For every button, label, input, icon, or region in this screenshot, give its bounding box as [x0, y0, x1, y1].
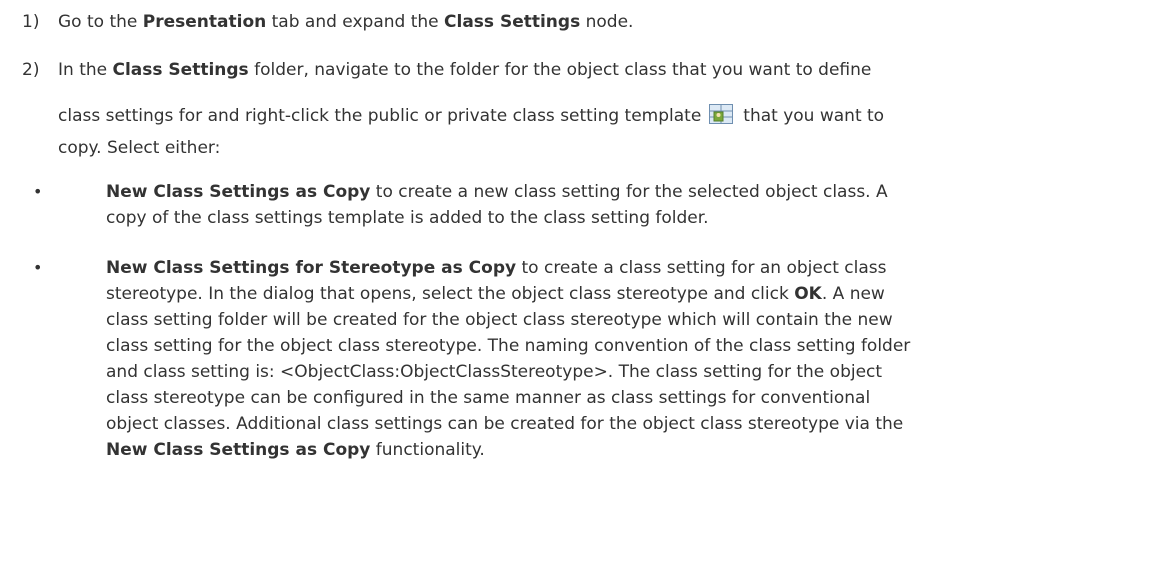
- class-settings-template-icon: [709, 104, 734, 129]
- text-run: . A new: [821, 284, 885, 304]
- step-1-text: Go to the Presentation tab and expand th…: [58, 12, 633, 32]
- document-body: 1) Go to the Presentation tab and expand…: [0, 0, 1171, 565]
- bullet-icon: •: [33, 182, 43, 201]
- text-run: functionality.: [370, 440, 485, 460]
- option-1-line-1: New Class Settings as Copy to create a n…: [106, 182, 888, 202]
- text-run: to create a new class setting for the se…: [370, 182, 888, 202]
- option-2-line-4: class setting for the object class stere…: [106, 336, 911, 356]
- step-2-line-1: In the Class Settings folder, navigate t…: [58, 60, 871, 80]
- option-2-line-2: stereotype. In the dialog that opens, se…: [106, 284, 885, 304]
- presentation-tab-ref: Presentation: [142, 12, 267, 32]
- text-run: In the: [58, 60, 113, 80]
- text-run: tab and expand the: [266, 12, 445, 32]
- step-number: 2): [22, 60, 40, 80]
- option-2-line-8: New Class Settings as Copy functionality…: [106, 440, 485, 460]
- bullet-icon: •: [33, 258, 43, 277]
- text-run: that you want to: [743, 106, 885, 126]
- ok-button-ref: OK: [794, 284, 822, 304]
- new-class-settings-as-copy-ref: New Class Settings as Copy: [106, 182, 371, 202]
- text-run: folder, navigate to the folder for the o…: [248, 60, 872, 80]
- step-2-line-2: class settings for and right-click the p…: [58, 104, 884, 129]
- text-run: node.: [580, 12, 634, 32]
- class-settings-folder-ref: Class Settings: [112, 60, 249, 80]
- text-run: Go to the: [58, 12, 143, 32]
- option-1-line-2: copy of the class settings template is a…: [106, 208, 709, 228]
- text-run: to create a class setting for an object …: [516, 258, 887, 278]
- class-settings-node-ref: Class Settings: [444, 12, 581, 32]
- step-number: 1): [22, 12, 40, 32]
- option-2-line-3: class setting folder will be created for…: [106, 310, 893, 330]
- new-class-settings-as-copy-ref: New Class Settings as Copy: [106, 440, 371, 460]
- step-2-line-3: copy. Select either:: [58, 138, 221, 158]
- text-run: stereotype. In the dialog that opens, se…: [106, 284, 795, 304]
- option-2-line-6: class stereotype can be configured in th…: [106, 388, 871, 408]
- option-2-line-5: and class setting is: <ObjectClass:Objec…: [106, 362, 883, 382]
- text-run: class settings for and right-click the p…: [58, 106, 702, 126]
- option-2-line-7: object classes. Additional class setting…: [106, 414, 904, 434]
- new-class-settings-for-stereotype-ref: New Class Settings for Stereotype as Cop…: [106, 258, 517, 278]
- option-2-line-1: New Class Settings for Stereotype as Cop…: [106, 258, 886, 278]
